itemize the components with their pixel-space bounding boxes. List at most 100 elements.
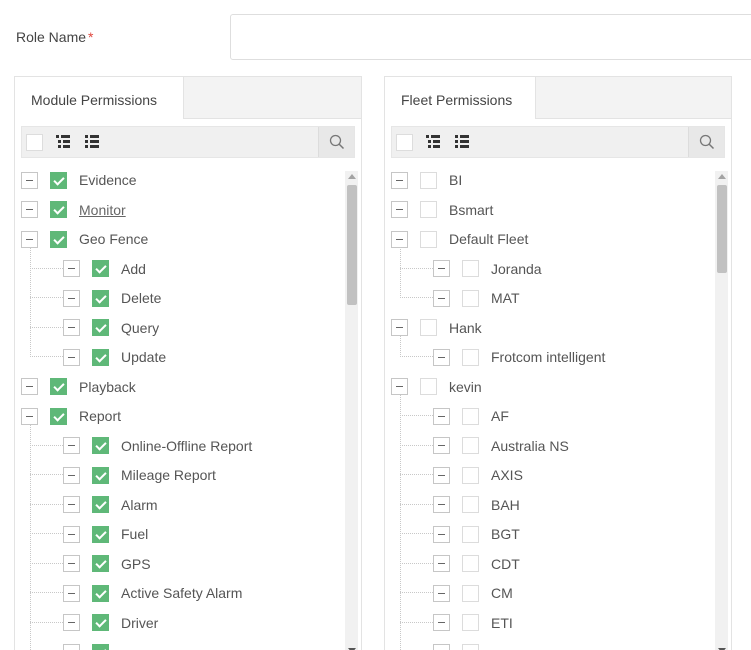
node-checkbox[interactable] <box>50 201 67 218</box>
node-checkbox[interactable] <box>92 643 109 650</box>
module-scrollbar[interactable] <box>345 171 358 650</box>
tree-node[interactable]: BI <box>391 169 462 191</box>
tree-node[interactable]: Monitor <box>21 199 126 221</box>
tree-node[interactable]: Evidence <box>21 169 137 191</box>
collapse-toggle-icon[interactable] <box>63 496 80 513</box>
collapse-toggle-icon[interactable] <box>433 407 450 425</box>
node-checkbox[interactable] <box>462 555 479 572</box>
node-checkbox[interactable] <box>462 289 479 307</box>
tree-node[interactable]: GPS <box>30 553 151 575</box>
tree-node[interactable]: kevin <box>391 376 482 398</box>
tree-node[interactable]: BGT <box>400 523 520 545</box>
scroll-thumb[interactable] <box>347 185 357 305</box>
node-checkbox[interactable] <box>92 614 109 631</box>
node-checkbox[interactable] <box>462 496 479 513</box>
node-checkbox[interactable] <box>462 437 479 454</box>
collapse-toggle-icon[interactable] <box>433 496 450 513</box>
tab-fleet-permissions[interactable]: Fleet Permissions <box>384 76 536 119</box>
collapse-toggle-icon[interactable] <box>433 555 450 572</box>
collapse-toggle-icon[interactable] <box>391 319 408 336</box>
tree-node[interactable]: Report <box>21 405 121 427</box>
node-checkbox[interactable] <box>420 378 437 395</box>
collapse-toggle-icon[interactable] <box>433 466 450 484</box>
fleet-scrollbar[interactable] <box>715 171 728 650</box>
node-checkbox[interactable] <box>92 496 109 513</box>
node-label[interactable]: Monitor <box>79 202 126 218</box>
tree-node[interactable]: Query <box>30 317 159 339</box>
tree-node[interactable] <box>433 641 491 650</box>
tree-node[interactable]: BAH <box>400 494 520 516</box>
select-all-checkbox[interactable] <box>26 134 43 151</box>
collapse-toggle-icon[interactable] <box>391 201 408 218</box>
tab-module-permissions[interactable]: Module Permissions <box>14 76 184 119</box>
collapse-toggle-icon[interactable] <box>63 643 80 650</box>
tree-node[interactable]: CM <box>400 582 513 604</box>
tree-node[interactable]: Joranda <box>400 258 542 280</box>
tree-node[interactable]: Default Fleet <box>391 228 528 250</box>
tree-node[interactable]: Australia NS <box>400 435 569 457</box>
collapse-toggle-icon[interactable] <box>433 289 450 307</box>
node-checkbox[interactable] <box>462 260 479 277</box>
collapse-all-icon[interactable] <box>84 134 100 150</box>
collapse-toggle-icon[interactable] <box>63 260 80 277</box>
node-checkbox[interactable] <box>92 437 109 454</box>
collapse-toggle-icon[interactable] <box>63 289 80 307</box>
scroll-thumb[interactable] <box>717 185 727 273</box>
node-checkbox[interactable] <box>462 643 479 650</box>
node-checkbox[interactable] <box>420 201 437 218</box>
collapse-toggle-icon[interactable] <box>63 584 80 602</box>
node-checkbox[interactable] <box>462 525 479 543</box>
node-checkbox[interactable] <box>50 407 67 425</box>
node-checkbox[interactable] <box>420 171 437 189</box>
node-checkbox[interactable] <box>420 230 437 248</box>
collapse-toggle-icon[interactable] <box>21 201 38 218</box>
collapse-toggle-icon[interactable] <box>433 614 450 631</box>
module-search-button[interactable] <box>318 127 354 157</box>
collapse-toggle-icon[interactable] <box>63 437 80 454</box>
node-checkbox[interactable] <box>92 555 109 572</box>
expand-all-icon[interactable] <box>55 134 71 150</box>
tree-node[interactable]: MAT <box>400 287 520 309</box>
tree-node[interactable]: AXIS <box>400 464 523 486</box>
tree-node[interactable]: Update <box>30 346 166 368</box>
node-checkbox[interactable] <box>50 230 67 248</box>
tree-node[interactable]: Bsmart <box>391 199 493 221</box>
tree-node[interactable]: CDT <box>400 553 520 575</box>
collapse-toggle-icon[interactable] <box>63 614 80 631</box>
collapse-toggle-icon[interactable] <box>63 348 80 366</box>
collapse-toggle-icon[interactable] <box>63 525 80 543</box>
collapse-toggle-icon[interactable] <box>433 584 450 602</box>
node-checkbox[interactable] <box>92 348 109 366</box>
collapse-toggle-icon[interactable] <box>391 230 408 248</box>
collapse-toggle-icon[interactable] <box>63 319 80 336</box>
collapse-toggle-icon[interactable] <box>21 407 38 425</box>
tree-node[interactable] <box>63 641 121 650</box>
node-checkbox[interactable] <box>92 289 109 307</box>
select-all-checkbox[interactable] <box>396 134 413 151</box>
collapse-toggle-icon[interactable] <box>433 348 450 366</box>
node-checkbox[interactable] <box>420 319 437 336</box>
node-checkbox[interactable] <box>50 378 67 395</box>
collapse-toggle-icon[interactable] <box>21 171 38 189</box>
tree-node[interactable]: Online-Offline Report <box>30 435 252 457</box>
tree-node[interactable]: Geo Fence <box>21 228 148 250</box>
tree-node[interactable]: Hank <box>391 317 482 339</box>
expand-all-icon[interactable] <box>425 134 441 150</box>
tree-node[interactable]: Alarm <box>30 494 158 516</box>
tree-node[interactable]: AF <box>400 405 509 427</box>
collapse-toggle-icon[interactable] <box>433 260 450 277</box>
node-checkbox[interactable] <box>462 466 479 484</box>
node-checkbox[interactable] <box>92 319 109 336</box>
tree-node[interactable]: Driver <box>30 612 158 634</box>
node-checkbox[interactable] <box>92 525 109 543</box>
collapse-toggle-icon[interactable] <box>391 171 408 189</box>
collapse-toggle-icon[interactable] <box>433 525 450 543</box>
collapse-toggle-icon[interactable] <box>433 643 450 650</box>
node-checkbox[interactable] <box>462 348 479 366</box>
node-checkbox[interactable] <box>92 466 109 484</box>
tree-node[interactable]: Mileage Report <box>30 464 216 486</box>
collapse-toggle-icon[interactable] <box>63 466 80 484</box>
node-checkbox[interactable] <box>50 171 67 189</box>
tree-node[interactable]: Delete <box>30 287 161 309</box>
fleet-search-button[interactable] <box>688 127 724 157</box>
